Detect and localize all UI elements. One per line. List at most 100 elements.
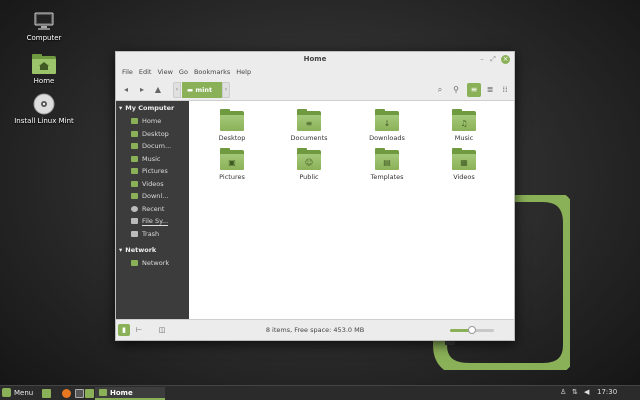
desktop-icon-home[interactable]: Home: [14, 53, 74, 85]
sidebar-item-home[interactable]: Home: [116, 115, 189, 128]
forward-arrow-icon[interactable]: ▸: [136, 84, 148, 96]
title-bar[interactable]: Home – ⤢ ×: [116, 52, 514, 66]
collapse-arrow-icon: ▾: [119, 246, 123, 254]
desktop-icon: [131, 130, 138, 137]
menu-go[interactable]: Go: [176, 66, 191, 79]
videos-icon: [131, 180, 138, 187]
desktop-icon-label: Computer: [26, 34, 62, 42]
menu-file[interactable]: File: [119, 66, 136, 79]
pictures-folder-icon: ▣: [220, 148, 244, 170]
status-bar: ▮ ⊢ ◫ 8 items, Free space: 453.0 MB: [116, 319, 514, 340]
public-folder-icon: ☺: [297, 148, 321, 170]
desktop-icon-computer[interactable]: Computer: [14, 10, 74, 42]
file-item-label: Templates: [370, 173, 404, 181]
file-item-documents[interactable]: ≡ Documents: [274, 109, 344, 142]
sidebar-item-label: Desktop: [142, 129, 169, 138]
home-icon: [131, 118, 138, 125]
file-item-downloads[interactable]: ↓ Downloads: [352, 109, 422, 142]
menu-help[interactable]: Help: [233, 66, 254, 79]
filesystem-icon: [131, 218, 138, 225]
icon-view-icon[interactable]: ≡: [467, 83, 481, 97]
network-tray-icon[interactable]: ⇅: [572, 388, 578, 396]
close-icon[interactable]: ×: [501, 55, 510, 64]
sidebar-item-label: Videos: [142, 179, 164, 188]
downloads-folder-icon: ↓: [375, 109, 399, 131]
clock[interactable]: 17:30: [597, 388, 617, 396]
sidebar-item-label: Downl...: [142, 192, 169, 201]
toolbar: ◂ ▸ ▲ ‹ ▬ mint › ⌕ ⚲ ≡ ≣ ⁞⁞: [116, 79, 514, 101]
sidebar-item-desktop[interactable]: Desktop: [116, 128, 189, 141]
sidebar-item-music[interactable]: Music: [116, 153, 189, 166]
folder-icon: [99, 389, 107, 396]
file-item-label: Downloads: [369, 134, 405, 142]
sidebar: ▾ My Computer Home Desktop Docum... Musi…: [116, 101, 189, 320]
home-folder-icon: [32, 54, 56, 74]
sidebar-item-documents[interactable]: Docum...: [116, 140, 189, 153]
sidebar-section-network[interactable]: ▾ Network: [116, 243, 189, 257]
compact-view-icon[interactable]: ⁞⁞: [499, 84, 511, 96]
volume-icon[interactable]: ◀: [584, 388, 589, 396]
breadcrumb-scroll-right[interactable]: ›: [222, 82, 230, 98]
file-item-label: Documents: [290, 134, 328, 142]
window-title: Home: [303, 55, 327, 63]
breadcrumb-mint[interactable]: ▬ mint: [182, 82, 222, 98]
breadcrumb-scroll-left[interactable]: ‹: [173, 82, 181, 98]
menu-label: Menu: [14, 388, 34, 397]
file-manager-window: Home – ⤢ × File Edit View Go Bookmarks H…: [115, 51, 515, 341]
breadcrumb-label: mint: [195, 86, 213, 94]
file-item-desktop[interactable]: Desktop: [197, 109, 267, 142]
zoom-slider[interactable]: [450, 326, 494, 334]
minimize-icon[interactable]: –: [478, 55, 486, 63]
sidebar-item-videos[interactable]: Videos: [116, 178, 189, 191]
file-item-music[interactable]: ♫ Music: [429, 109, 499, 142]
terminal-icon[interactable]: [75, 389, 84, 398]
maximize-icon[interactable]: ⤢: [489, 55, 497, 63]
taskbar-item-home[interactable]: Home: [95, 387, 165, 400]
firefox-icon[interactable]: [62, 389, 71, 398]
sidebar-item-trash[interactable]: Trash: [116, 228, 189, 241]
collapse-arrow-icon: ▾: [119, 104, 123, 112]
file-item-templates[interactable]: ▤ Templates: [352, 148, 422, 181]
sidebar-item-label: Network: [142, 259, 170, 268]
sidebar-item-filesystem[interactable]: File Sy...: [116, 215, 189, 228]
file-item-pictures[interactable]: ▣ Pictures: [197, 148, 267, 181]
file-item-label: Pictures: [219, 173, 245, 181]
sidebar-section-label: Network: [125, 246, 157, 254]
show-desktop-icon[interactable]: [42, 389, 51, 398]
user-icon[interactable]: ♙: [560, 388, 566, 396]
location-toggle-icon[interactable]: ⌕: [434, 84, 446, 96]
sidebar-item-recent[interactable]: Recent: [116, 203, 189, 216]
search-icon[interactable]: ⚲: [450, 84, 462, 96]
file-item-public[interactable]: ☺ Public: [274, 148, 344, 181]
recent-icon: [131, 205, 138, 212]
sidebar-item-downloads[interactable]: Downl...: [116, 190, 189, 203]
file-item-videos[interactable]: ▦ Videos: [429, 148, 499, 181]
zoom-slider-knob[interactable]: [468, 326, 476, 334]
documents-icon: [131, 143, 138, 150]
documents-folder-icon: ≡: [297, 109, 321, 131]
back-arrow-icon[interactable]: ◂: [120, 84, 132, 96]
file-view[interactable]: Desktop ≡ Documents ↓ Downloads ♫ Music …: [189, 101, 514, 320]
menu-bookmarks[interactable]: Bookmarks: [191, 66, 233, 79]
files-icon[interactable]: [85, 389, 94, 398]
sidebar-item-label: Pictures: [142, 167, 168, 176]
computer-icon: [34, 12, 54, 30]
sidebar-section-label: My Computer: [125, 104, 175, 112]
network-icon: [131, 260, 138, 267]
file-item-label: Music: [454, 134, 474, 142]
menu-view[interactable]: View: [154, 66, 175, 79]
trash-icon: [131, 230, 138, 237]
music-folder-icon: ♫: [452, 109, 476, 131]
list-view-icon[interactable]: ≣: [484, 84, 496, 96]
desktop-icon-install[interactable]: Install Linux Mint: [14, 93, 74, 125]
up-arrow-icon[interactable]: ▲: [152, 84, 164, 96]
sidebar-section-my-computer[interactable]: ▾ My Computer: [116, 101, 189, 115]
menu-button[interactable]: Menu: [2, 388, 33, 397]
menu-edit[interactable]: Edit: [136, 66, 155, 79]
desktop-folder-icon: [220, 109, 244, 131]
downloads-icon: [131, 193, 138, 200]
sidebar-item-network[interactable]: Network: [116, 257, 189, 270]
videos-folder-icon: ▦: [452, 148, 476, 170]
sidebar-item-pictures[interactable]: Pictures: [116, 165, 189, 178]
taskbar: Menu Home ♙ ⇅ ◀ 17:30: [0, 385, 640, 400]
